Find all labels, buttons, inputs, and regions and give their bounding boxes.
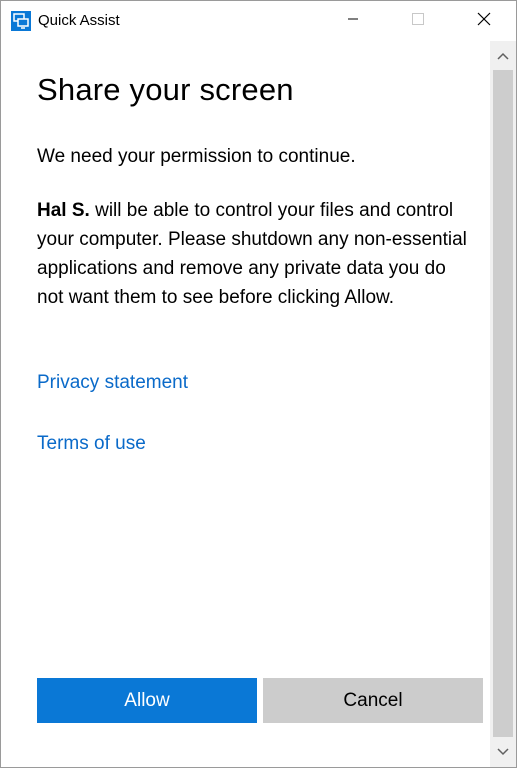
window-title: Quick Assist [38, 12, 120, 29]
scrollbar-thumb[interactable] [493, 70, 513, 737]
minimize-icon [347, 12, 359, 30]
minimize-button[interactable] [330, 1, 376, 41]
scroll-up-button[interactable] [490, 43, 516, 69]
close-icon [477, 12, 491, 31]
terms-of-use-link[interactable]: Terms of use [37, 433, 146, 455]
page-title: Share your screen [37, 72, 294, 107]
maximize-icon [412, 12, 424, 30]
permission-description: Hal S. will be able to control your file… [37, 196, 477, 312]
helper-name: Hal S. [37, 200, 90, 221]
quick-assist-window: Quick Assist Share your screen We need y… [0, 0, 517, 768]
chevron-down-icon [497, 743, 509, 761]
chevron-up-icon [497, 47, 509, 65]
vertical-scrollbar[interactable] [490, 41, 516, 767]
allow-button[interactable]: Allow [37, 678, 257, 723]
permission-intro: We need your permission to continue. [37, 146, 356, 167]
maximize-button[interactable] [395, 1, 441, 41]
title-bar[interactable]: Quick Assist [1, 1, 516, 41]
scroll-down-button[interactable] [490, 739, 516, 765]
quick-assist-icon [11, 11, 31, 31]
privacy-statement-link[interactable]: Privacy statement [37, 372, 188, 394]
permission-description-text: will be able to control your files and c… [37, 200, 467, 308]
close-button[interactable] [461, 1, 507, 41]
cancel-button[interactable]: Cancel [263, 678, 483, 723]
